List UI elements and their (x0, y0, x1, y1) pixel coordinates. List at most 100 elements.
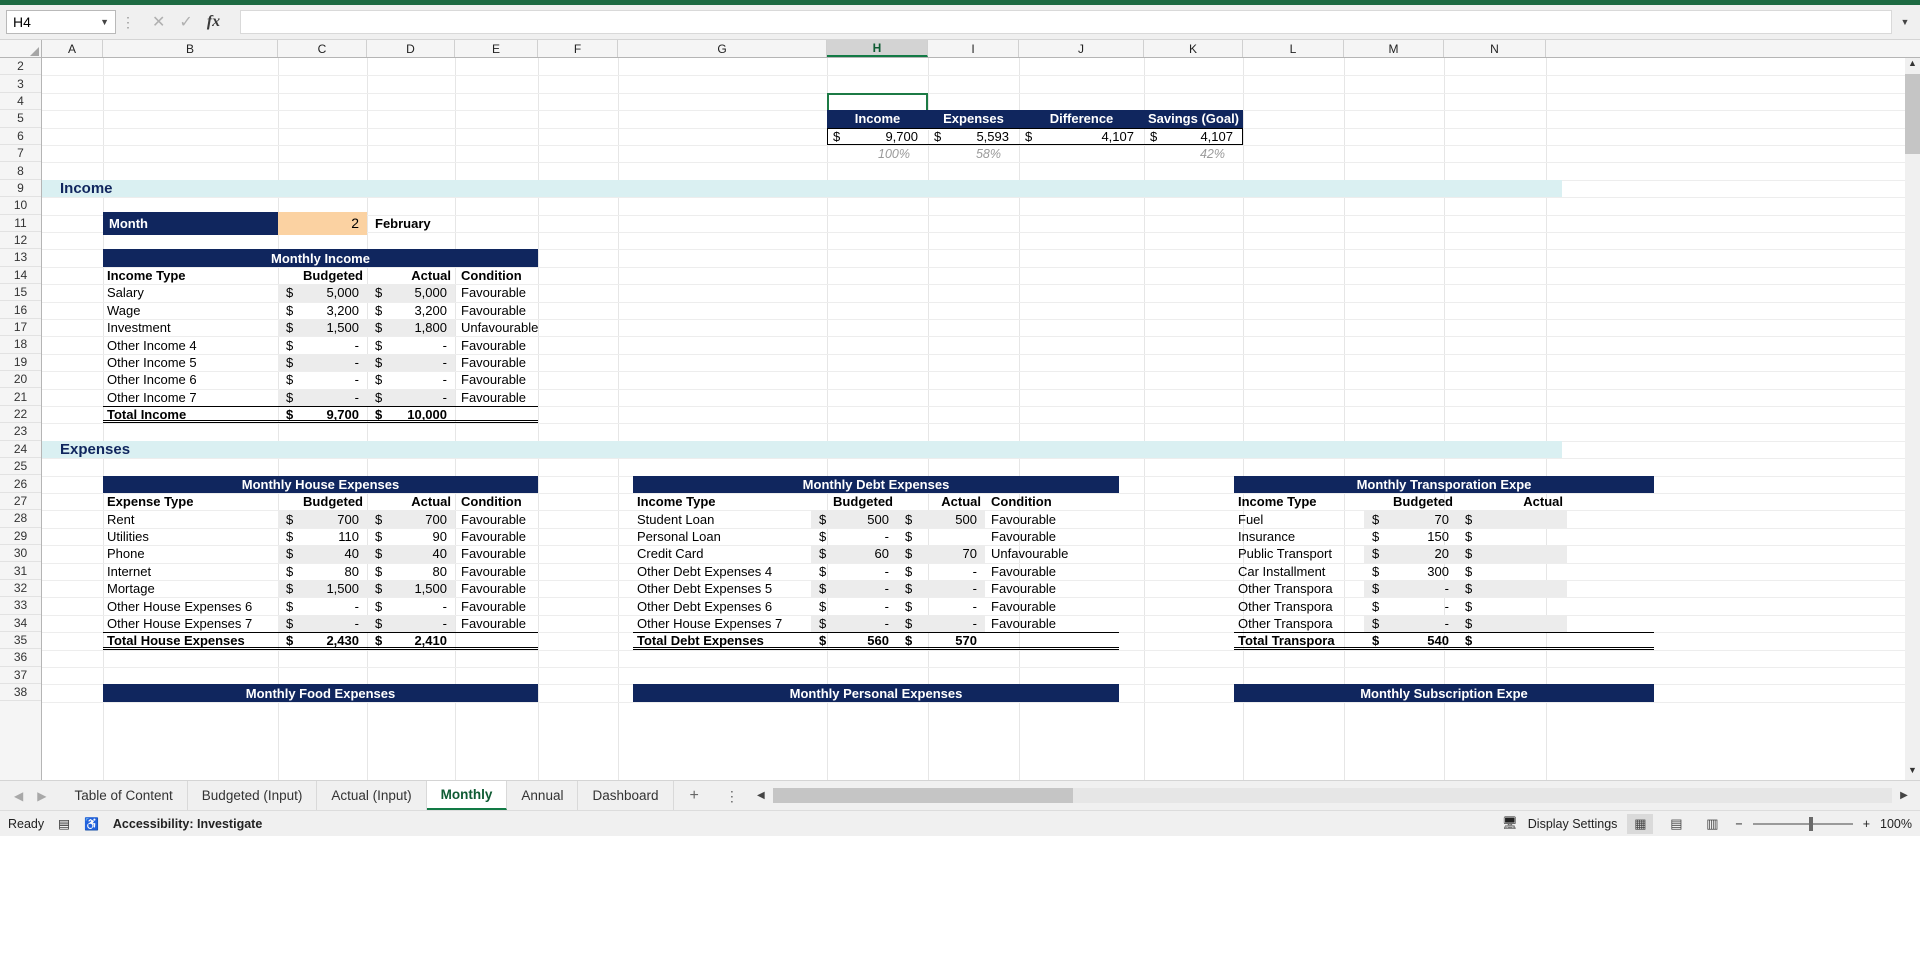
row-header-34[interactable]: 34 (0, 614, 41, 632)
transportation-expenses-row-budget[interactable]: 300 (1234, 563, 1453, 580)
column-header-c[interactable]: C (278, 40, 367, 57)
debt-expenses-row-actual[interactable]: - (633, 580, 981, 597)
horizontal-scroll-thumb[interactable] (772, 788, 1073, 803)
recording-macro-icon[interactable]: ▤ (58, 816, 70, 831)
row-header-9[interactable]: 9 (0, 179, 41, 198)
row-header-31[interactable]: 31 (0, 562, 41, 580)
summary-value-2[interactable]: 4,107 (1019, 128, 1138, 145)
confirm-icon[interactable]: ✓ (179, 12, 192, 32)
house-expenses-row-actual[interactable]: - (103, 615, 451, 632)
add-sheet-button[interactable]: + (674, 781, 715, 810)
row-header-3[interactable]: 3 (0, 75, 41, 93)
column-header-b[interactable]: B (103, 40, 278, 57)
scroll-down-icon[interactable]: ▼ (1905, 765, 1920, 780)
row-header-37[interactable]: 37 (0, 666, 41, 685)
row-header-23[interactable]: 23 (0, 423, 41, 441)
column-header-l[interactable]: L (1243, 40, 1344, 57)
column-header-n[interactable]: N (1444, 40, 1546, 57)
sheet-nav-arrows[interactable]: ◀ ▶ (0, 781, 60, 810)
summary-value-1[interactable]: 5,593 (928, 128, 1013, 145)
row-header-11[interactable]: 11 (0, 214, 41, 232)
transportation-expenses-row-budget[interactable]: 70 (1234, 510, 1453, 527)
zoom-in-button[interactable]: + (1863, 817, 1870, 831)
column-header-j[interactable]: J (1019, 40, 1144, 57)
row-header-35[interactable]: 35 (0, 631, 41, 650)
formula-input[interactable] (240, 10, 1892, 34)
transportation-expenses-row-budget[interactable]: - (1234, 615, 1453, 632)
accessibility-icon[interactable]: ♿ (84, 817, 99, 831)
summary-value-3[interactable]: 4,107 (1144, 128, 1237, 145)
row-header-16[interactable]: 16 (0, 301, 41, 319)
sheet-tab-table-of-content[interactable]: Table of Content (60, 781, 188, 810)
row-header-14[interactable]: 14 (0, 266, 41, 285)
transportation-expenses-row-budget[interactable]: 150 (1234, 528, 1453, 545)
normal-view-icon[interactable]: ▦ (1627, 813, 1654, 834)
worksheet-canvas[interactable]: Income Expenses Difference Savings (Goal) $9… (42, 58, 1920, 780)
row-header-8[interactable]: 8 (0, 162, 41, 180)
name-box[interactable]: H4 ▼ (6, 10, 116, 34)
row-header-19[interactable]: 19 (0, 353, 41, 372)
monthly-income-row-actual[interactable]: - (103, 354, 451, 371)
page-layout-view-icon[interactable]: ▤ (1663, 814, 1689, 834)
debt-expenses-row-budget[interactable]: - (633, 528, 893, 545)
row-header-28[interactable]: 28 (0, 510, 41, 528)
row-header-22[interactable]: 22 (0, 405, 41, 424)
row-header-2[interactable]: 2 (0, 58, 41, 76)
vertical-scroll-thumb[interactable] (1905, 74, 1920, 154)
row-header-17[interactable]: 17 (0, 318, 41, 337)
row-header-6[interactable]: 6 (0, 127, 41, 145)
scroll-up-icon[interactable]: ▲ (1905, 58, 1920, 73)
transportation-expenses-row-budget[interactable]: 20 (1234, 545, 1453, 562)
house-expenses-row-actual[interactable]: 40 (103, 545, 451, 562)
monthly-income-row-actual[interactable]: 3,200 (103, 302, 451, 319)
row-header-21[interactable]: 21 (0, 388, 41, 406)
row-header-4[interactable]: 4 (0, 92, 41, 111)
row-header-24[interactable]: 24 (0, 440, 41, 458)
sheet-tab-actual-input[interactable]: Actual (Input) (317, 781, 427, 810)
chevron-down-icon[interactable]: ▼ (100, 17, 109, 27)
column-header-a[interactable]: A (42, 40, 103, 57)
column-header-d[interactable]: D (367, 40, 455, 57)
zoom-level-label[interactable]: 100% (1880, 817, 1912, 831)
zoom-out-button[interactable]: − (1735, 817, 1742, 831)
row-header-26[interactable]: 26 (0, 475, 41, 493)
row-header-30[interactable]: 30 (0, 544, 41, 563)
next-sheet-icon[interactable]: ▶ (37, 789, 46, 803)
column-header-g[interactable]: G (618, 40, 827, 57)
accessibility-label[interactable]: Accessibility: Investigate (113, 817, 262, 831)
display-settings-icon[interactable]: 🖥 (1502, 816, 1518, 831)
house-expenses-row-actual[interactable]: 700 (103, 510, 451, 527)
column-header-m[interactable]: M (1344, 40, 1444, 57)
monthly-income-row-actual[interactable]: - (103, 336, 451, 353)
row-header-15[interactable]: 15 (0, 284, 41, 302)
column-header-k[interactable]: K (1144, 40, 1243, 57)
previous-sheet-icon[interactable]: ◀ (14, 789, 23, 803)
row-header-36[interactable]: 36 (0, 649, 41, 667)
zoom-slider[interactable] (1752, 816, 1853, 831)
row-header-27[interactable]: 27 (0, 492, 41, 511)
house-expenses-row-actual[interactable]: 80 (103, 563, 451, 580)
sheet-tab-budgeted-input[interactable]: Budgeted (Input) (188, 781, 318, 810)
row-header-25[interactable]: 25 (0, 457, 41, 476)
row-header-38[interactable]: 38 (0, 684, 41, 702)
debt-expenses-row-actual[interactable]: - (633, 597, 981, 614)
more-options-icon[interactable]: ⋮ (120, 15, 136, 29)
transportation-expenses-row-budget[interactable]: - (1234, 597, 1453, 614)
monthly-income-row-actual[interactable]: - (103, 389, 451, 406)
month-input[interactable]: 2 (278, 211, 367, 235)
horizontal-scrollbar[interactable] (772, 788, 1892, 803)
row-header-29[interactable]: 29 (0, 527, 41, 545)
house-expenses-row-actual[interactable]: 90 (103, 528, 451, 545)
row-header-32[interactable]: 32 (0, 579, 41, 598)
house-expenses-row-actual[interactable]: - (103, 597, 451, 614)
scroll-left-icon[interactable]: ◀ (753, 790, 769, 801)
vertical-scrollbar[interactable]: ▲ ▼ (1905, 58, 1920, 780)
select-all-corner[interactable] (0, 40, 42, 57)
summary-value-0[interactable]: 9,700 (827, 128, 922, 145)
debt-expenses-row-actual[interactable]: 70 (633, 545, 981, 562)
column-header-f[interactable]: F (538, 40, 618, 57)
column-header-i[interactable]: I (928, 40, 1019, 57)
sheet-tab-dashboard[interactable]: Dashboard (578, 781, 674, 810)
zoom-slider-thumb[interactable] (1808, 816, 1813, 831)
row-header-7[interactable]: 7 (0, 144, 41, 163)
